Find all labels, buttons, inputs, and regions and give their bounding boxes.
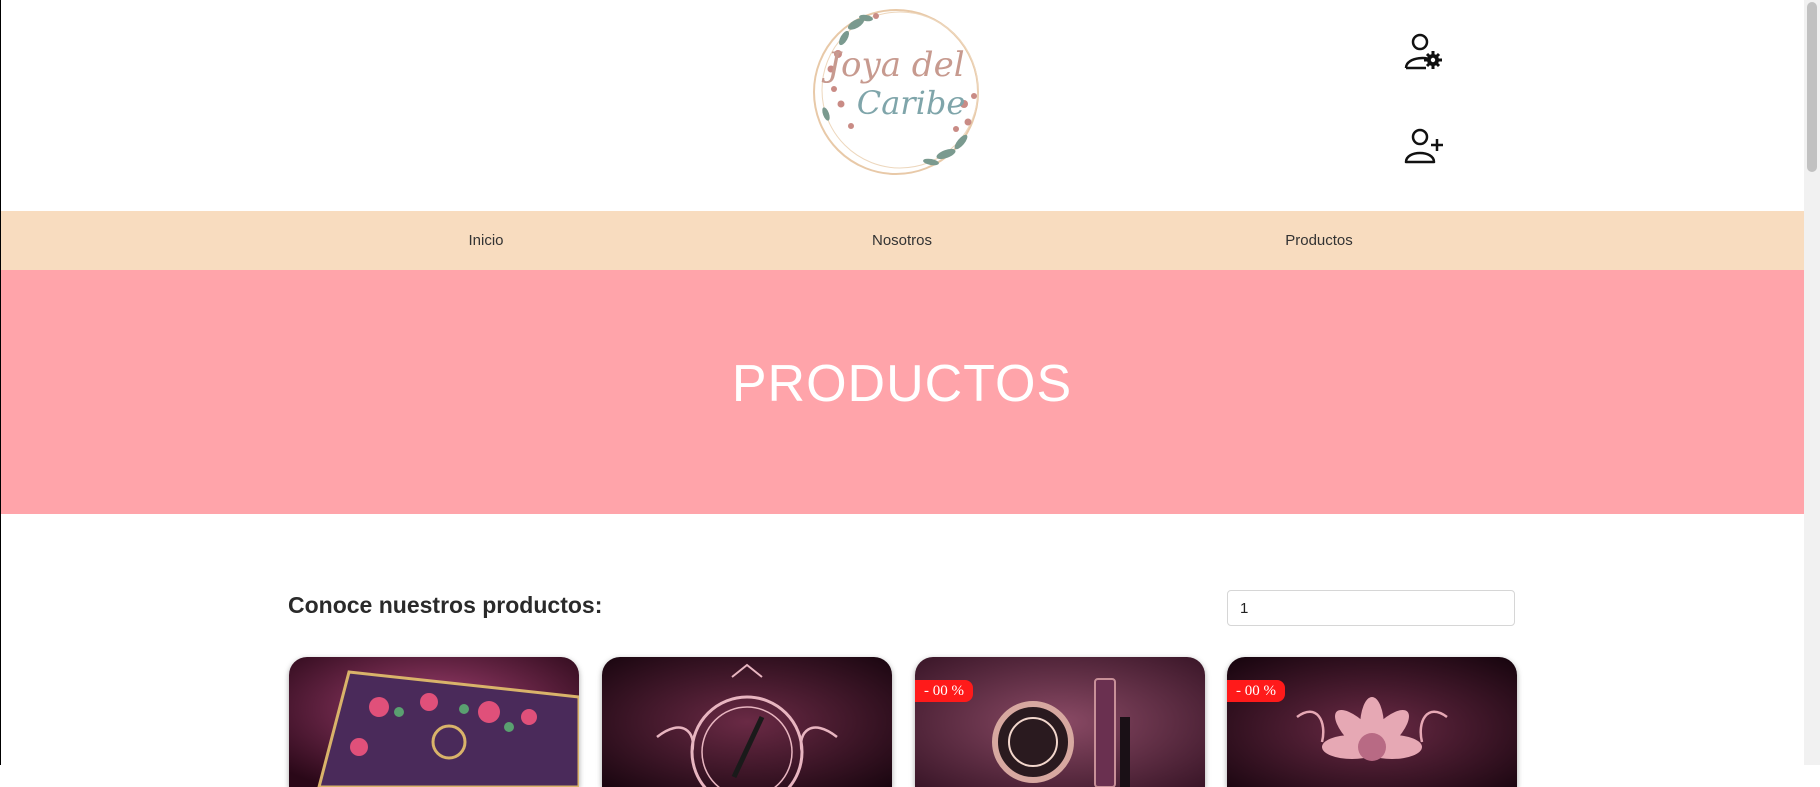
page-scrollbar[interactable] [1804, 0, 1820, 765]
brand-logo[interactable]: Joya del Caribe [796, 4, 996, 179]
logo-title: Joya del [827, 45, 965, 85]
product-card[interactable]: - 00 % [1227, 657, 1517, 787]
discount-badge: - 00 % [1227, 680, 1285, 702]
page-number-input[interactable] [1227, 590, 1515, 626]
discount-badge: - 00 % [915, 680, 973, 702]
product-image [915, 657, 1205, 787]
user-plus-icon[interactable] [1400, 124, 1448, 172]
product-card[interactable] [289, 657, 579, 787]
product-image [1227, 657, 1517, 787]
nav-item-nosotros[interactable]: Nosotros [872, 211, 932, 270]
hero-title: PRODUCTOS [731, 355, 1073, 413]
nav-item-inicio[interactable]: Inicio [468, 211, 503, 270]
logo-subtitle: Caribe [856, 84, 966, 122]
main-nav: Inicio Nosotros Productos [0, 211, 1804, 270]
product-image [289, 657, 579, 787]
product-card[interactable] [602, 657, 892, 787]
product-card[interactable]: - 00 % [915, 657, 1205, 787]
scrollbar-thumb[interactable] [1807, 2, 1817, 172]
page: Joya del Caribe Inicio Nosotros Producto… [0, 0, 1804, 787]
product-image [602, 657, 892, 787]
nav-item-productos[interactable]: Productos [1285, 211, 1353, 270]
site-header: Joya del Caribe [0, 0, 1804, 210]
products-heading: Conoce nuestros productos: [288, 592, 603, 618]
hero-banner: PRODUCTOS [0, 270, 1804, 514]
window-left-edge [0, 0, 1, 765]
user-settings-icon[interactable] [1400, 28, 1448, 76]
